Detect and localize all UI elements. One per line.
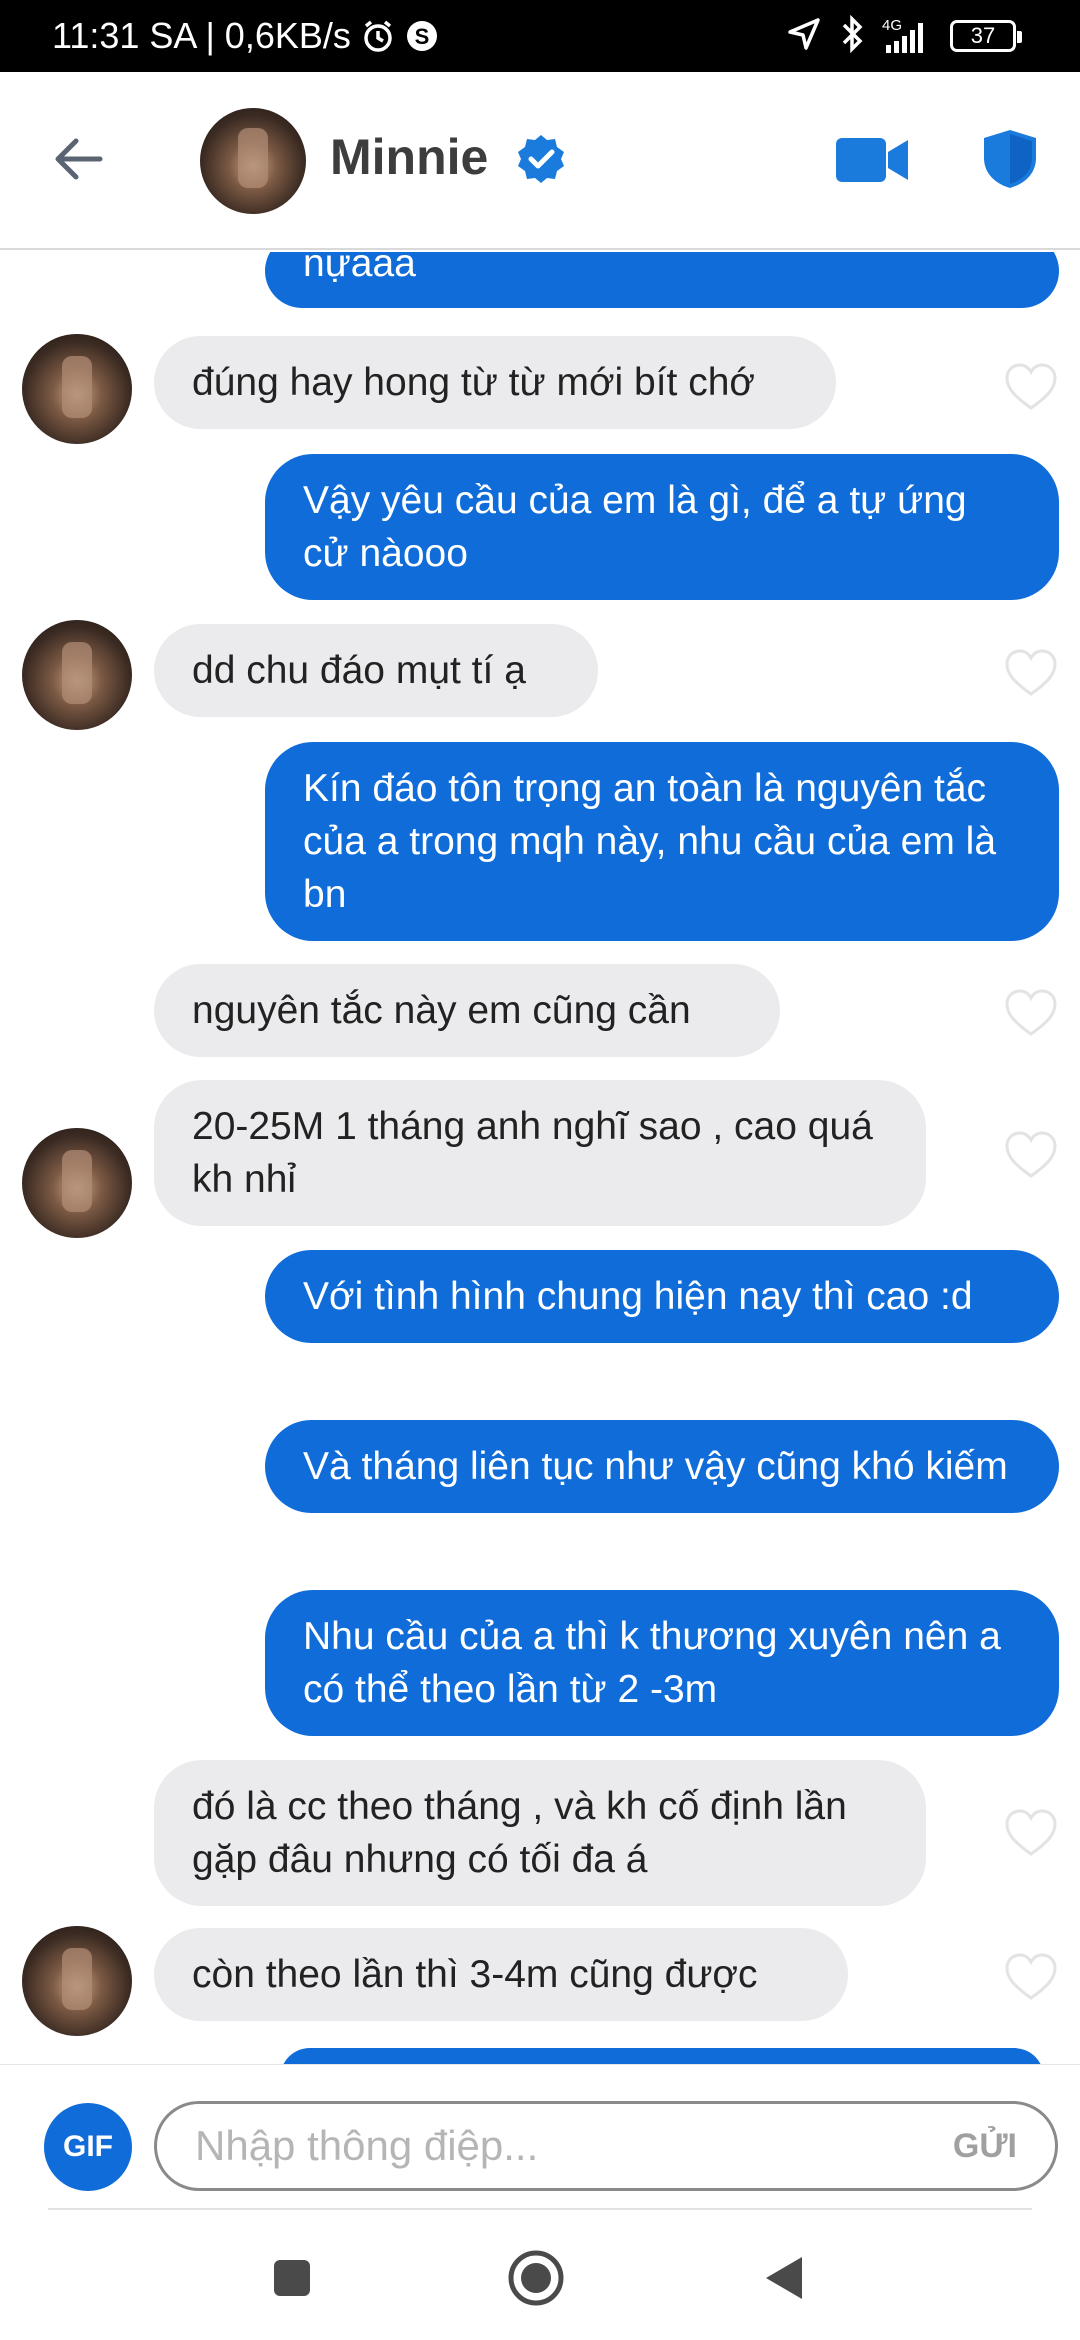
home-button[interactable] xyxy=(506,2248,566,2308)
like-heart-icon[interactable] xyxy=(1004,648,1058,698)
safety-button[interactable] xyxy=(982,128,1038,195)
like-heart-icon[interactable] xyxy=(1004,988,1058,1038)
gif-button[interactable]: GIF xyxy=(44,2103,132,2191)
message-text: Vậy yêu cầu của em là gì, để a tự ứng cử… xyxy=(303,479,967,575)
message-text: Và tháng liên tục như vậy cũng khó kiếm xyxy=(303,1445,1008,1488)
message-text: dd chu đáo mụt tí ạ xyxy=(192,649,526,692)
nav-divider xyxy=(48,2208,1032,2210)
battery-level: 37 xyxy=(970,23,996,48)
status-time: 11:31 SA | 0,6KB/s xyxy=(52,15,351,56)
location-icon xyxy=(786,16,822,57)
message-received[interactable]: dd chu đáo mụt tí ạ xyxy=(154,624,598,717)
message-text: Kín đáo tôn trọng an toàn là nguyên tắc … xyxy=(303,767,997,916)
message-sent-partial[interactable] xyxy=(280,2048,1044,2064)
composer: GIF GỬI xyxy=(0,2064,1080,2214)
message-sent[interactable]: Vậy yêu cầu của em là gì, để a tự ứng cử… xyxy=(265,454,1059,600)
sender-avatar[interactable] xyxy=(22,1128,132,1238)
message-received[interactable]: còn theo lần thì 3-4m cũng được xyxy=(154,1928,848,2021)
message-sent[interactable]: Với tình hình chung hiện nay thì cao :d xyxy=(265,1250,1059,1343)
signal-icon: 4G xyxy=(882,17,932,55)
contact-name[interactable]: Minnie xyxy=(330,128,488,186)
send-button[interactable]: GỬI xyxy=(953,2127,1017,2166)
message-received[interactable]: 20-25M 1 tháng anh nghĩ sao , cao quá kh… xyxy=(154,1080,926,1226)
message-sent[interactable]: Nhu cầu của a thì k thương xuyên nên a c… xyxy=(265,1590,1059,1736)
sender-avatar[interactable] xyxy=(22,620,132,730)
arrow-left-icon xyxy=(55,138,103,180)
chat-header: Minnie xyxy=(0,72,1080,250)
message-sent[interactable]: nựaaa xyxy=(265,252,1059,308)
back-button[interactable] xyxy=(44,124,114,194)
message-text: nguyên tắc này em cũng cần xyxy=(192,989,691,1032)
system-nav-bar xyxy=(0,2214,1080,2340)
video-camera-icon xyxy=(836,138,908,182)
message-text: đúng hay hong từ từ mới bít chớ xyxy=(192,361,755,404)
status-left: 11:31 SA | 0,6KB/s S xyxy=(52,0,439,72)
message-text: 20-25M 1 tháng anh nghĩ sao , cao quá kh… xyxy=(192,1105,873,1201)
shield-icon xyxy=(984,130,1036,188)
like-heart-icon[interactable] xyxy=(1004,1952,1058,2002)
bluetooth-icon xyxy=(840,14,864,58)
message-input[interactable] xyxy=(195,2122,953,2170)
sender-avatar[interactable] xyxy=(22,1926,132,2036)
status-right: 4G 37 xyxy=(786,0,1022,72)
recents-button[interactable] xyxy=(262,2248,322,2308)
like-heart-icon[interactable] xyxy=(1004,1130,1058,1180)
triangle-back-icon xyxy=(766,2257,802,2299)
message-list[interactable]: nựaaa đúng hay hong từ từ mới bít chớ Vậ… xyxy=(0,252,1080,2064)
verified-badge-icon xyxy=(514,132,568,191)
home-circle-icon xyxy=(508,2250,564,2306)
message-text: đó là cc theo tháng , và kh cố định lần … xyxy=(192,1785,847,1881)
message-text: Với tình hình chung hiện nay thì cao :d xyxy=(303,1275,973,1318)
message-input-box[interactable]: GỬI xyxy=(154,2101,1058,2191)
message-received[interactable]: đó là cc theo tháng , và kh cố định lần … xyxy=(154,1760,926,1906)
message-text: nựaaa xyxy=(303,252,416,285)
sender-avatar[interactable] xyxy=(22,334,132,444)
like-heart-icon[interactable] xyxy=(1004,362,1058,412)
square-icon xyxy=(274,2260,310,2296)
message-received[interactable]: nguyên tắc này em cũng cần xyxy=(154,964,780,1057)
contact-avatar[interactable] xyxy=(200,108,306,214)
video-call-button[interactable] xyxy=(834,134,910,191)
back-nav-button[interactable] xyxy=(754,2248,814,2308)
message-text: còn theo lần thì 3-4m cũng được xyxy=(192,1953,758,1996)
message-received[interactable]: đúng hay hong từ từ mới bít chớ xyxy=(154,336,836,429)
message-sent[interactable]: Và tháng liên tục như vậy cũng khó kiếm xyxy=(265,1420,1059,1513)
svg-text:S: S xyxy=(415,24,430,49)
status-bar: 11:31 SA | 0,6KB/s S 4G 37 xyxy=(0,0,1080,72)
app-s-icon: S xyxy=(405,19,439,53)
like-heart-icon[interactable] xyxy=(1004,1808,1058,1858)
message-text: Nhu cầu của a thì k thương xuyên nên a c… xyxy=(303,1615,1001,1711)
message-sent[interactable]: Kín đáo tôn trọng an toàn là nguyên tắc … xyxy=(265,742,1059,941)
battery-icon: 37 xyxy=(950,20,1022,52)
alarm-icon xyxy=(361,19,395,53)
